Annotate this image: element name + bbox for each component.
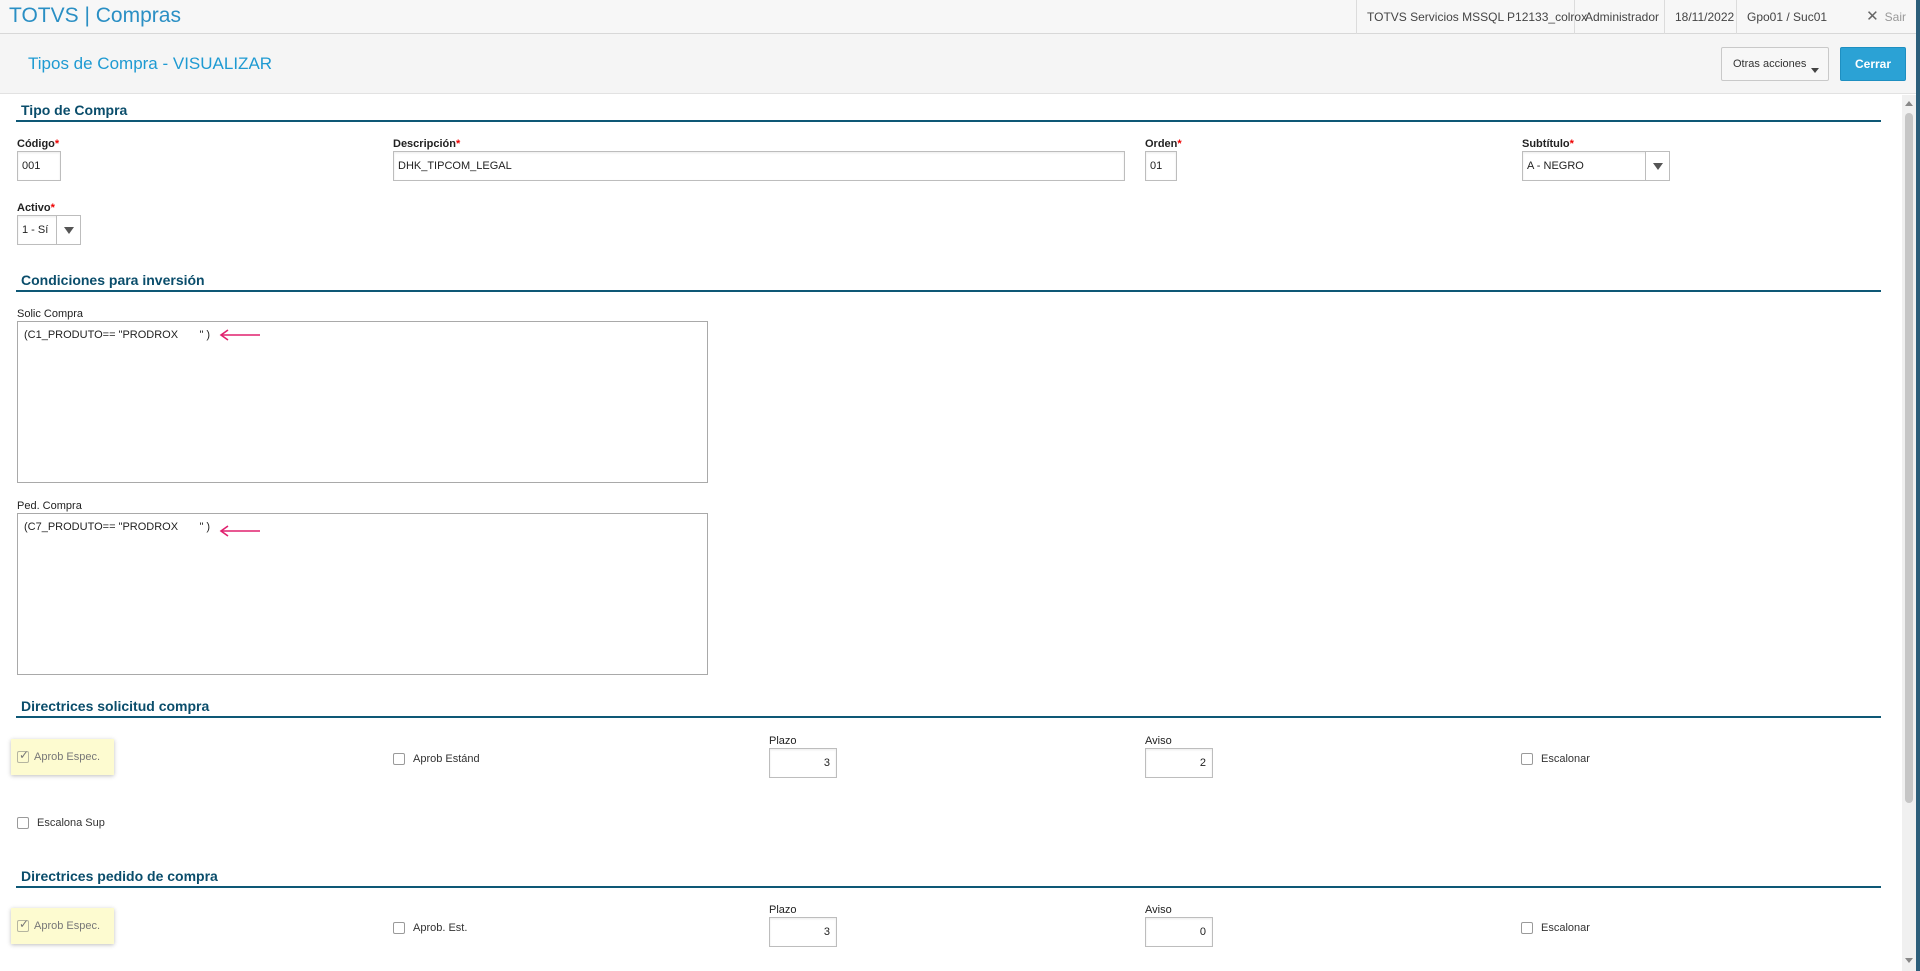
ped-compra-label: Ped. Compra (17, 500, 82, 512)
escalona-sup-label: Escalona Sup (37, 817, 105, 829)
section-divider (16, 120, 1881, 122)
window-edge (1916, 0, 1920, 971)
user-info[interactable]: Administrador (1574, 0, 1669, 34)
subtitulo-value: A - NEGRO (1527, 160, 1584, 172)
dropdown-arrow-icon[interactable] (1645, 152, 1669, 180)
app-title: TOTVS | Compras (9, 4, 181, 27)
branch-info[interactable]: Gpo01 / Suc01 (1736, 0, 1837, 34)
caret-down-icon (1811, 68, 1819, 73)
solic-compra-textarea[interactable]: (C1_PRODUTO== "PRODROX " ) (17, 321, 708, 483)
top-bar: TOTVS | Compras TOTVS Servicios MSSQL P1… (0, 0, 1920, 34)
aprob-est-label: Aprob. Est. (413, 922, 468, 934)
solic-compra-label: Solic Compra (17, 308, 84, 320)
page-title: Tipos de Compra - VISUALIZAR (28, 54, 273, 73)
section-divider (16, 886, 1881, 888)
codigo-field[interactable]: 001 (17, 151, 61, 181)
aprob-est-checkbox[interactable] (393, 922, 405, 934)
exit-label: Sair (1884, 10, 1906, 24)
scroll-thumb[interactable] (1905, 113, 1913, 803)
plazo-pedido-label: Plazo (769, 904, 797, 916)
checkmark-icon: ✓ (19, 917, 30, 931)
other-actions-label: Otras acciones (1733, 58, 1807, 70)
plazo-solicitud-label: Plazo (769, 735, 797, 747)
section-title-tipo-compra: Tipo de Compra (21, 102, 128, 118)
escalonar-solicitud-checkbox[interactable] (1521, 753, 1533, 765)
descripcion-label: Descripción* (393, 138, 461, 150)
subtitulo-label: Subtítulo* (1522, 138, 1574, 150)
environment-info: TOTVS Servicios MSSQL P12133_colrox (1356, 0, 1597, 34)
aprob-espec-label: Aprob Espec. (34, 751, 101, 763)
close-button[interactable]: Cerrar (1840, 47, 1906, 81)
annotation-arrow-icon (219, 525, 260, 537)
activo-label: Activo* (17, 202, 55, 214)
ped-compra-textarea[interactable]: (C7_PRODUTO== "PRODROX " ) (17, 513, 708, 675)
aviso-pedido-label: Aviso (1145, 904, 1172, 916)
close-icon: ✕ (1866, 8, 1879, 25)
page-header: Tipos de Compra - VISUALIZAR Otras accio… (0, 34, 1920, 94)
section-title-directrices-solicitud: Directrices solicitud compra (21, 698, 210, 714)
aviso-solicitud-field[interactable]: 2 (1145, 748, 1213, 778)
orden-label: Orden* (1145, 138, 1182, 150)
activo-select[interactable]: 1 - Sí (17, 215, 81, 245)
codigo-label: Código* (17, 138, 60, 150)
vertical-scrollbar[interactable] (1902, 95, 1916, 971)
annotation-arrow-icon (219, 329, 260, 341)
escalonar-pedido-label: Escalonar (1541, 922, 1590, 934)
aprob-espec-label: Aprob Espec. (34, 920, 101, 932)
descripcion-field[interactable]: DHK_TIPCOM_LEGAL (393, 151, 1125, 181)
other-actions-button[interactable]: Otras acciones (1721, 47, 1829, 81)
aprob-estand-checkbox[interactable] (393, 753, 405, 765)
plazo-solicitud-field[interactable]: 3 (769, 748, 837, 778)
dropdown-arrow-icon[interactable] (56, 216, 80, 244)
scroll-up-icon[interactable] (1905, 101, 1913, 106)
exit-button[interactable]: ✕ Sair (1866, 0, 1906, 34)
section-divider (16, 290, 1881, 292)
section-title-condiciones: Condiciones para inversión (21, 272, 205, 288)
checkmark-icon: ✓ (19, 748, 30, 762)
escalonar-solicitud-label: Escalonar (1541, 753, 1590, 765)
plazo-pedido-field[interactable]: 3 (769, 917, 837, 947)
activo-value: 1 - Sí (22, 224, 49, 236)
orden-field[interactable]: 01 (1145, 151, 1177, 181)
subtitulo-select[interactable]: A - NEGRO (1522, 151, 1670, 181)
form-content: Tipo de Compra Código* 001 Descripción* … (0, 95, 1900, 971)
escalona-sup-checkbox[interactable] (17, 817, 29, 829)
aprob-estand-label: Aprob Estánd (413, 753, 480, 765)
section-title-directrices-pedido: Directrices pedido de compra (21, 868, 218, 884)
aviso-solicitud-label: Aviso (1145, 735, 1172, 747)
section-divider (16, 716, 1881, 718)
date-info: 18/11/2022 (1664, 0, 1744, 34)
escalonar-pedido-checkbox[interactable] (1521, 922, 1533, 934)
aviso-pedido-field[interactable]: 0 (1145, 917, 1213, 947)
aprob-espec-solicitud-checkbox[interactable]: ✓ Aprob Espec. (11, 739, 114, 775)
aprob-espec-pedido-checkbox[interactable]: ✓ Aprob Espec. (11, 908, 114, 944)
scroll-down-icon[interactable] (1905, 958, 1913, 963)
